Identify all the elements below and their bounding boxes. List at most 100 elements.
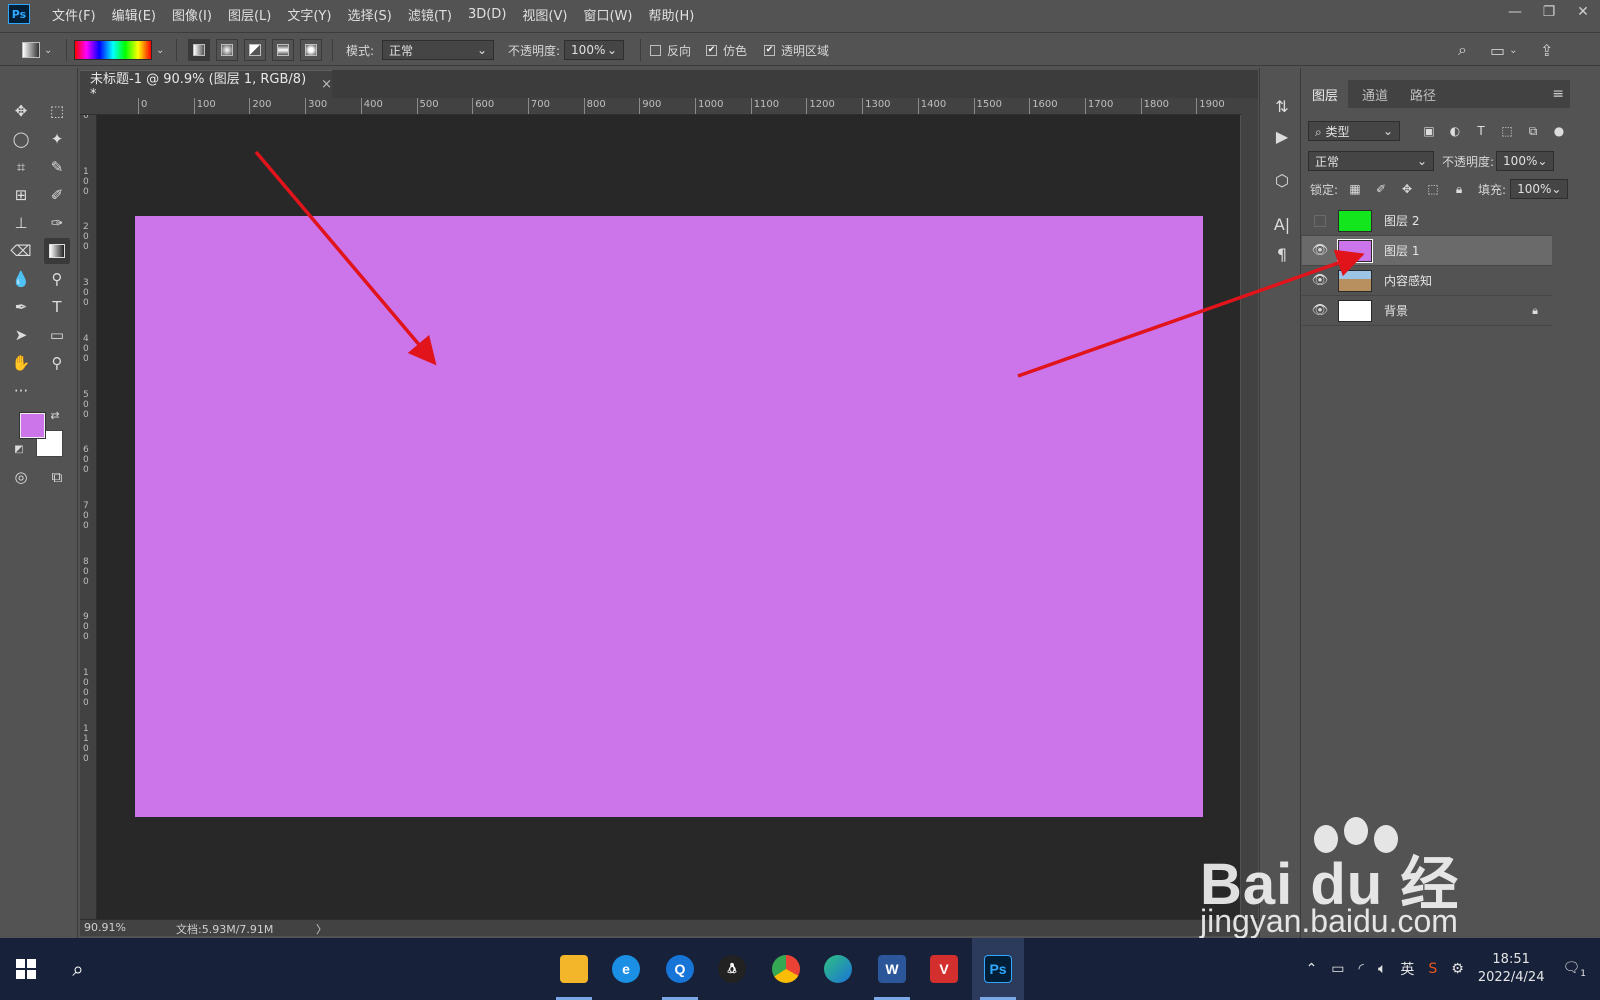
actions-panel-icon[interactable]: ▶ (1270, 124, 1294, 148)
menu-type[interactable]: 文字(Y) (287, 5, 331, 24)
menu-select[interactable]: 选择(S) (347, 5, 391, 24)
type-tool-icon[interactable]: T (44, 294, 70, 320)
close-icon[interactable]: × (321, 77, 332, 92)
menu-3d[interactable]: 3D(D) (468, 7, 506, 22)
share-button[interactable]: ⇪ (1540, 33, 1553, 67)
menu-layer[interactable]: 图层(L) (228, 5, 271, 24)
search-button[interactable]: ⌕ (1458, 33, 1467, 67)
lock-image-icon[interactable]: ✐ (1372, 180, 1390, 198)
healing-brush-tool-icon[interactable]: ⊞ (8, 182, 34, 208)
notification-center-icon[interactable]: 🗨︎1 (1562, 960, 1586, 979)
clock[interactable]: 18:51 2022/4/24 (1478, 951, 1545, 987)
image-filter-icon[interactable]: ▣ (1420, 122, 1438, 140)
restore-icon[interactable]: ❐ (1532, 0, 1566, 24)
zoom-level[interactable]: 90.91% (84, 921, 126, 934)
screen-mode-icon[interactable]: ⧉ (44, 464, 70, 490)
filter-toggle-icon[interactable]: ● (1550, 122, 1568, 140)
gradient-swatch[interactable] (74, 40, 152, 60)
type-filter-icon[interactable]: T (1472, 122, 1490, 140)
layer-row[interactable]: 👁︎ 内容感知 (1302, 266, 1552, 296)
layer-row[interactable]: 图层 2 (1302, 206, 1552, 236)
reflected-gradient-button[interactable] (272, 39, 294, 61)
shape-filter-icon[interactable]: ⬚ (1498, 122, 1516, 140)
taskbar-qq[interactable]: 🐧︎ (706, 938, 758, 1000)
lock-all-icon[interactable]: 🔒︎ (1450, 180, 1468, 198)
reverse-checkbox[interactable]: 反向 (650, 33, 691, 67)
pen-tool-icon[interactable]: ✒ (8, 294, 34, 320)
tab-paths[interactable]: 路径 (1400, 80, 1446, 108)
show-hidden-icons[interactable]: ⌃ (1306, 961, 1318, 977)
taskbar-word[interactable]: W (866, 938, 918, 1000)
linear-gradient-button[interactable] (188, 39, 210, 61)
visibility-toggle[interactable]: 👁︎ (1302, 266, 1338, 296)
history-panel-icon[interactable]: ⇅ (1270, 94, 1294, 118)
3d-panel-icon[interactable]: ⬡ (1270, 168, 1294, 192)
vertical-scrollbar[interactable] (1241, 98, 1258, 919)
taskbar-ie[interactable]: e (600, 938, 652, 1000)
eyedropper-tool-icon[interactable]: ✎ (44, 154, 70, 180)
more-tools-icon[interactable]: ··· (8, 378, 34, 404)
document-tab[interactable]: 未标题-1 @ 90.9% (图层 1, RGB/8) * × (80, 70, 332, 102)
opacity-input[interactable]: 100% ⌄ (564, 40, 625, 60)
visibility-toggle[interactable] (1302, 206, 1338, 236)
swap-colors-icon[interactable]: ⇄ (48, 408, 62, 422)
paragraph-panel-icon[interactable]: ¶ (1270, 242, 1294, 266)
eraser-tool-icon[interactable]: ⌫ (8, 238, 34, 264)
mode-select[interactable]: 正常 ⌄ (382, 40, 495, 60)
close-icon[interactable]: ✕ (1566, 0, 1600, 24)
character-panel-icon[interactable]: A| (1270, 212, 1294, 236)
lock-transparent-icon[interactable]: ▦ (1346, 180, 1364, 198)
lock-artboard-icon[interactable]: ⬚ (1424, 180, 1442, 198)
path-selection-tool-icon[interactable]: ➤ (8, 322, 34, 348)
menu-help[interactable]: 帮助(H) (648, 5, 694, 24)
marquee-tool-icon[interactable]: ⬚ (44, 98, 70, 124)
taskbar-chrome[interactable] (760, 938, 812, 1000)
zoom-tool-icon[interactable]: ⚲ (44, 350, 70, 376)
minimize-icon[interactable]: — (1498, 0, 1532, 24)
gradient-tool-icon[interactable] (44, 238, 70, 264)
angle-gradient-button[interactable] (244, 39, 266, 61)
volume-icon[interactable]: 🔈︎ (1378, 961, 1386, 977)
lasso-tool-icon[interactable]: ◯ (8, 126, 34, 152)
taskbar-photoshop[interactable]: Ps (972, 938, 1024, 1000)
menu-window[interactable]: 窗口(W) (583, 5, 632, 24)
fill-input[interactable]: 100% ⌄ (1510, 179, 1569, 199)
transparency-checkbox[interactable]: ✔ 透明区域 (764, 33, 829, 67)
ime-indicator[interactable]: 英 (1400, 959, 1414, 979)
gradient-picker[interactable]: ⌄ (74, 33, 164, 67)
foreground-color-swatch[interactable] (19, 412, 46, 439)
history-brush-tool-icon[interactable]: ✑ (44, 210, 70, 236)
taskbar-app-q[interactable]: Q (654, 938, 706, 1000)
menu-edit[interactable]: 编辑(E) (112, 5, 156, 24)
visibility-toggle[interactable]: 👁︎ (1302, 236, 1338, 266)
menu-filter[interactable]: 滤镜(T) (408, 5, 452, 24)
menu-file[interactable]: 文件(F) (52, 5, 96, 24)
move-tool-icon[interactable]: ✥ (8, 98, 34, 124)
tab-channels[interactable]: 通道 (1352, 80, 1398, 108)
smart-object-filter-icon[interactable]: ⧉ (1524, 122, 1542, 140)
menu-view[interactable]: 视图(V) (522, 5, 567, 24)
radial-gradient-button[interactable] (216, 39, 238, 61)
start-button[interactable] (0, 938, 52, 1000)
layer-opacity-input[interactable]: 100% ⌄ (1496, 151, 1555, 171)
lock-position-icon[interactable]: ✥ (1398, 180, 1416, 198)
blend-mode-select[interactable]: 正常 ⌄ (1308, 151, 1434, 171)
layer-row[interactable]: 👁︎ 背景 🔒︎ (1302, 296, 1552, 326)
document-canvas[interactable] (135, 216, 1203, 817)
battery-icon[interactable]: ▭ (1331, 961, 1344, 977)
dither-checkbox[interactable]: ✔ 仿色 (706, 33, 747, 67)
taskbar-edge[interactable] (812, 938, 864, 1000)
taskbar-app-v[interactable]: V (918, 938, 970, 1000)
diamond-gradient-button[interactable] (300, 39, 322, 61)
quick-mask-icon[interactable]: ◎ (8, 464, 34, 490)
workspace-button[interactable]: ▭ ⌄ (1490, 33, 1518, 67)
magic-wand-tool-icon[interactable]: ✦ (44, 126, 70, 152)
adjustment-filter-icon[interactable]: ◐ (1446, 122, 1464, 140)
wifi-icon[interactable]: ◜ (1359, 961, 1364, 977)
tool-preset-picker[interactable]: ⌄ (22, 33, 52, 67)
dodge-tool-icon[interactable]: ⚲ (44, 266, 70, 292)
hand-tool-icon[interactable]: ✋ (8, 350, 34, 376)
blur-tool-icon[interactable]: 💧 (8, 266, 34, 292)
search-button[interactable]: ⌕ (52, 938, 104, 1000)
menu-image[interactable]: 图像(I) (172, 5, 212, 24)
